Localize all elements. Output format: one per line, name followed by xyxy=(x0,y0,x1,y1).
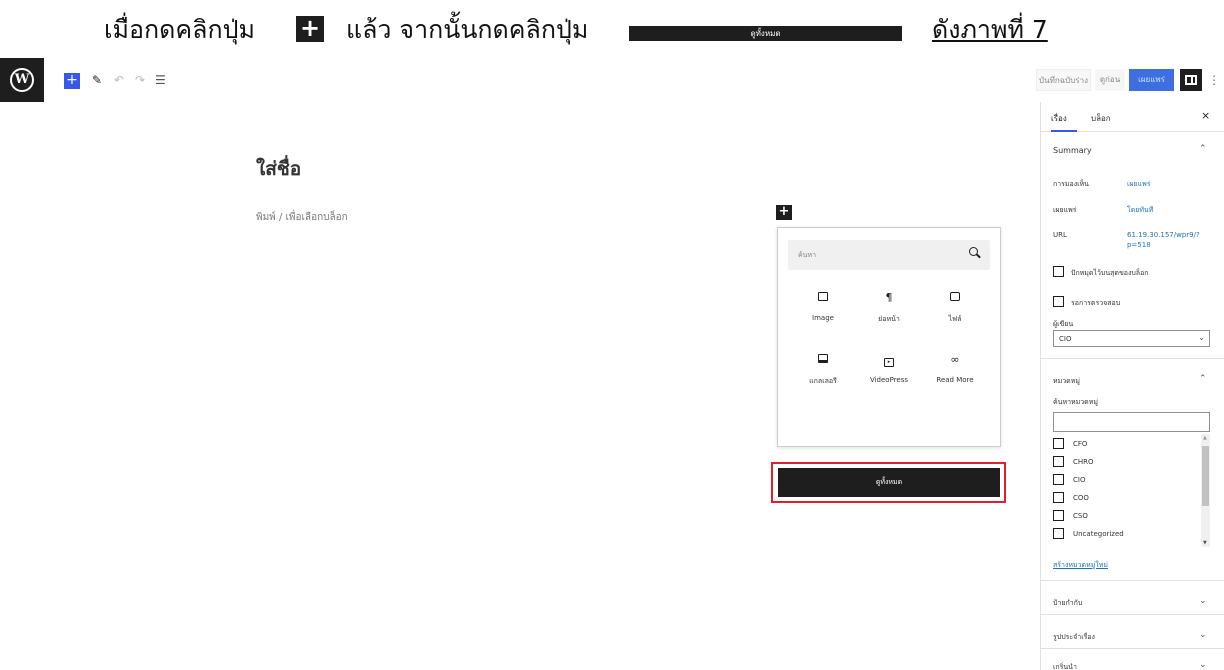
category-checkbox-coo[interactable] xyxy=(1053,492,1064,503)
image-icon xyxy=(790,290,856,306)
excerpt-panel-toggle[interactable]: เกริ่นนำ xyxy=(1053,662,1077,670)
publish-button[interactable]: เผยแพร่ xyxy=(1129,69,1174,91)
chevron-down-icon: ⌄ xyxy=(1198,333,1205,342)
stick-to-top-checkbox[interactable] xyxy=(1053,266,1064,277)
sidebar-icon xyxy=(1185,75,1197,85)
caption-text-1: เมื่อกดคลิกปุ่ม xyxy=(104,15,255,44)
category-checkbox-cio[interactable] xyxy=(1053,474,1064,485)
paragraph-icon: ¶ xyxy=(885,291,893,304)
post-title-field[interactable]: ใส่ชื่อ xyxy=(256,154,301,184)
tab-block[interactable]: บล็อก xyxy=(1091,112,1111,125)
caption-text-2: แล้ว จากนั้นกดคลิกปุ่ม xyxy=(346,15,589,44)
add-new-category-link[interactable]: สร้างหมวดหมู่ใหม่ xyxy=(1053,560,1108,571)
category-list-scrollbar[interactable]: ▲ ▼ xyxy=(1201,434,1210,547)
quick-inserter-popover: ค้นหา Image ¶ ย่อหน้า ไฟล์ แกลเลอรี ▸ Vi… xyxy=(777,227,1001,447)
chevron-down-icon[interactable]: ⌄ xyxy=(1199,630,1207,640)
publish-date-link[interactable]: โดยทันที xyxy=(1127,205,1153,216)
stick-to-top-label: ปักหมุดไว้บนสุดของบล็อก xyxy=(1071,269,1149,277)
category-checkbox-cso[interactable] xyxy=(1053,510,1064,521)
tags-panel-toggle[interactable]: ป้ายกำกับ xyxy=(1053,598,1082,609)
category-checkbox-cfo[interactable] xyxy=(1053,438,1064,449)
gallery-icon xyxy=(790,352,856,368)
category-checkbox-chro[interactable] xyxy=(1053,456,1064,467)
pending-review-checkbox[interactable] xyxy=(1053,296,1064,307)
category-checkbox-uncategorized[interactable] xyxy=(1053,528,1064,539)
scroll-down-icon[interactable]: ▼ xyxy=(1203,540,1207,546)
block-item-videopress[interactable]: ▸ VideoPress xyxy=(856,352,922,398)
scroll-up-icon[interactable]: ▲ xyxy=(1203,435,1207,441)
divider xyxy=(1041,614,1224,615)
block-search-input[interactable]: ค้นหา xyxy=(788,240,990,270)
pen-icon[interactable]: ✎ xyxy=(92,72,102,88)
settings-toggle-button[interactable] xyxy=(1180,69,1202,91)
category-label: CFO xyxy=(1073,440,1088,448)
category-label: CSO xyxy=(1073,512,1088,520)
file-icon xyxy=(922,290,988,306)
wordpress-logo-icon: W xyxy=(10,68,34,92)
divider xyxy=(1041,580,1224,581)
more-options-icon[interactable]: ⋮ xyxy=(1208,69,1220,91)
category-search-input[interactable] xyxy=(1053,412,1210,432)
category-label: CHRO xyxy=(1073,458,1094,466)
chevron-down-icon[interactable]: ⌄ xyxy=(1199,660,1207,670)
category-label: CIO xyxy=(1073,476,1086,484)
block-item-gallery[interactable]: แกลเลอรี xyxy=(790,352,856,398)
url-link-line1[interactable]: 61.19.30.157/wpr9/? xyxy=(1127,231,1200,239)
url-link-line2[interactable]: p=518 xyxy=(1127,241,1151,249)
block-editor: W + ✎ ↶ ↷ ☰ บันทึกฉบับร่าง ดูก่อน เผยแพร… xyxy=(0,58,1224,670)
search-icon xyxy=(969,247,978,256)
block-item-read-more[interactable]: ∞ Read More xyxy=(922,352,988,398)
block-appender-hint[interactable]: พิมพ์ / เพื่อเลือกบล็อก xyxy=(256,210,348,225)
block-item-image[interactable]: Image xyxy=(790,290,856,336)
pending-review-label: รอการตรวจสอบ xyxy=(1071,299,1121,307)
block-inserter-toggle[interactable]: + xyxy=(64,73,80,89)
author-select[interactable]: CIO ⌄ xyxy=(1053,330,1210,347)
undo-icon[interactable]: ↶ xyxy=(114,72,124,88)
inline-inserter-plus-button[interactable]: + xyxy=(776,205,792,220)
preview-button[interactable]: ดูก่อน xyxy=(1095,69,1125,91)
author-label: ผู้เขียน xyxy=(1053,320,1074,328)
redo-icon[interactable]: ↷ xyxy=(135,72,145,88)
scrollbar-thumb[interactable] xyxy=(1202,446,1209,506)
caption-view-all-button-image: ดูทั้งหมด xyxy=(629,26,902,41)
visibility-label: การมองเห็น xyxy=(1053,180,1089,188)
category-search-label: ค้นหาหมวดหมู่ xyxy=(1053,398,1098,406)
close-icon[interactable]: × xyxy=(1201,109,1210,122)
save-draft-button[interactable]: บันทึกฉบับร่าง xyxy=(1036,69,1091,91)
categories-panel-toggle[interactable]: หมวดหมู่ xyxy=(1053,376,1080,387)
divider xyxy=(1041,358,1224,359)
wordpress-logo-button[interactable]: W xyxy=(0,58,44,102)
publish-label: เผยแพร่ xyxy=(1053,206,1077,214)
link-icon: ∞ xyxy=(950,353,960,366)
block-item-file[interactable]: ไฟล์ xyxy=(922,290,988,336)
visibility-value-link[interactable]: เผยแพร่ xyxy=(1127,179,1150,190)
summary-panel-toggle[interactable]: Summary xyxy=(1053,146,1092,155)
category-label: COO xyxy=(1073,494,1089,502)
divider xyxy=(1041,648,1224,649)
block-item-paragraph[interactable]: ¶ ย่อหน้า xyxy=(856,290,922,336)
instruction-caption: เมื่อกดคลิกปุ่ม + แล้ว จากนั้นกดคลิกปุ่ม… xyxy=(0,0,1224,58)
featured-image-panel-toggle[interactable]: รูปประจำเรื่อง xyxy=(1053,632,1095,643)
list-view-icon[interactable]: ☰ xyxy=(155,72,166,88)
caption-figure-ref: ดังภาพที่ 7 xyxy=(932,15,1048,44)
settings-sidebar: เรื่อง บล็อก × Summary ⌃ การมองเห็น เผยแ… xyxy=(1040,102,1224,670)
chevron-up-icon[interactable]: ⌃ xyxy=(1199,374,1207,384)
chevron-down-icon[interactable]: ⌄ xyxy=(1199,596,1207,606)
videopress-icon: ▸ xyxy=(856,352,922,368)
chevron-up-icon[interactable]: ⌃ xyxy=(1199,144,1207,154)
plus-icon: + xyxy=(296,16,324,42)
tab-post[interactable]: เรื่อง xyxy=(1051,112,1067,125)
category-label: Uncategorized xyxy=(1073,530,1124,538)
active-tab-indicator xyxy=(1051,130,1077,132)
sidebar-tabs: เรื่อง บล็อก × xyxy=(1041,102,1224,132)
url-label: URL xyxy=(1053,231,1067,239)
highlight-box xyxy=(771,462,1006,503)
search-placeholder: ค้นหา xyxy=(798,251,817,259)
